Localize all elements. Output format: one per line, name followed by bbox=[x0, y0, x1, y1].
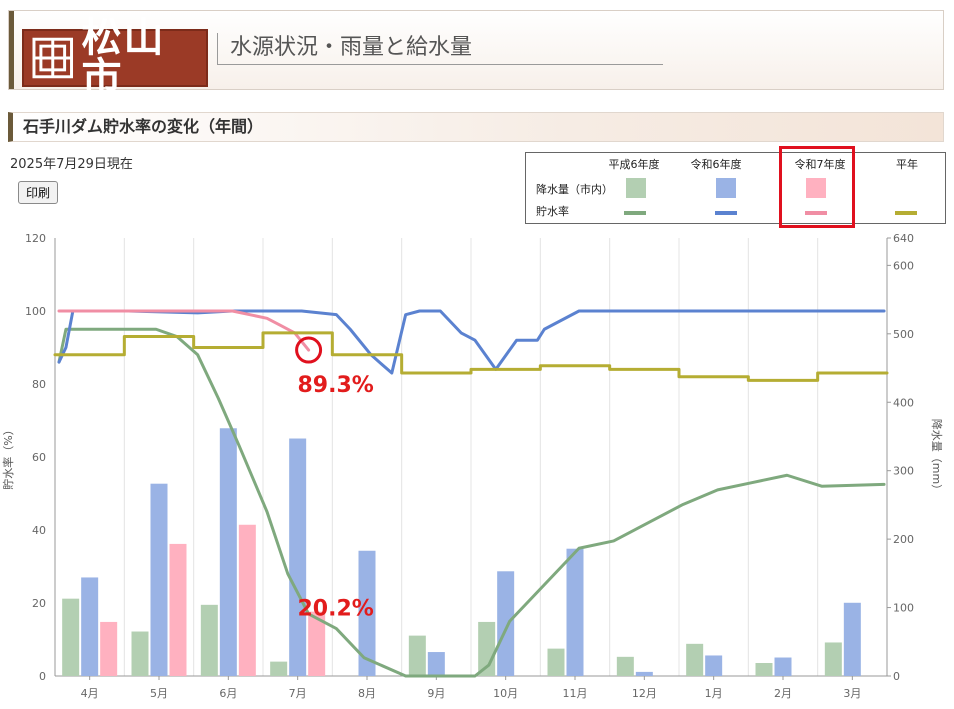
legend-header-normal: 平年 bbox=[896, 158, 918, 171]
header-accent-bar bbox=[9, 11, 14, 89]
rain-bar-h6 bbox=[686, 643, 704, 676]
x-tick-label: 8月 bbox=[358, 687, 376, 700]
rain-bar-r6 bbox=[150, 483, 168, 676]
rain-bar-h6 bbox=[62, 598, 80, 676]
rain-bar-r6 bbox=[843, 602, 861, 676]
legend-line-r6 bbox=[715, 211, 737, 215]
rain-bar-r6 bbox=[427, 652, 445, 676]
print-button[interactable]: 印刷 bbox=[18, 181, 59, 204]
rain-bar-r6 bbox=[219, 428, 237, 676]
city-emblem-icon bbox=[32, 37, 74, 79]
x-tick-label: 7月 bbox=[289, 687, 307, 700]
y-right-tick-label: 200 bbox=[893, 533, 914, 546]
y-left-tick-label: 120 bbox=[25, 232, 46, 245]
legend-swatch-h6-rain bbox=[626, 178, 646, 198]
y-left-tick-label: 20 bbox=[32, 597, 46, 610]
legend-line-normal bbox=[895, 211, 917, 215]
legend-header-r6: 令和6年度 bbox=[690, 158, 742, 171]
y-right-tick-label: 500 bbox=[893, 328, 914, 341]
as-of-date: 2025年7月29日現在 bbox=[10, 157, 133, 172]
x-tick-label: 10月 bbox=[493, 687, 518, 700]
y-left-axis-label: 貯水率（%） bbox=[1, 424, 15, 489]
y-right-tick-label: 300 bbox=[893, 465, 914, 478]
annotation-r7-rate: 89.3% bbox=[298, 373, 374, 398]
rain-bar-r6 bbox=[635, 671, 653, 676]
rain-bar-h6 bbox=[755, 662, 773, 676]
rain-bar-h6 bbox=[547, 648, 565, 676]
legend-row-storage: 貯水率 bbox=[536, 205, 569, 218]
x-tick-label: 11月 bbox=[563, 687, 588, 700]
rain-bar-r6 bbox=[289, 438, 307, 676]
rain-bar-r7 bbox=[169, 543, 187, 676]
logo-text: 松山市 bbox=[81, 14, 166, 101]
x-tick-label: 9月 bbox=[427, 687, 445, 700]
page-header: 松山市 水源状況・雨量と給水量 bbox=[8, 10, 944, 98]
legend-line-h6 bbox=[624, 211, 646, 215]
rain-bar-r6 bbox=[497, 571, 515, 676]
rain-bar-r6 bbox=[774, 657, 792, 676]
rain-bar-h6 bbox=[200, 604, 218, 676]
x-tick-label: 3月 bbox=[843, 687, 861, 700]
x-tick-label: 6月 bbox=[219, 687, 237, 700]
rain-bar-h6 bbox=[824, 642, 842, 676]
y-left-tick-label: 80 bbox=[32, 378, 46, 391]
x-tick-label: 1月 bbox=[705, 687, 723, 700]
x-tick-label: 4月 bbox=[81, 687, 99, 700]
rain-bar-r6 bbox=[705, 655, 723, 676]
legend-highlight-box bbox=[779, 146, 855, 228]
rain-bar-r6 bbox=[81, 577, 99, 676]
y-left-tick-label: 0 bbox=[39, 670, 46, 683]
rain-bar-h6 bbox=[408, 635, 426, 676]
y-left-tick-label: 40 bbox=[32, 524, 46, 537]
city-logo[interactable]: 松山市 bbox=[22, 18, 208, 98]
legend-row-rain: 降水量（市内） bbox=[536, 183, 613, 196]
rain-bar-r7 bbox=[100, 621, 118, 676]
y-right-tick-label: 600 bbox=[893, 259, 914, 272]
x-tick-label: 5月 bbox=[150, 687, 168, 700]
y-right-tick-label: 100 bbox=[893, 602, 914, 615]
y-right-axis-label: 降水量（mm） bbox=[930, 419, 944, 495]
y-left-tick-label: 100 bbox=[25, 305, 46, 318]
rain-bar-h6 bbox=[270, 661, 288, 676]
storage-rain-chart: 0 20 40 60 80 100 120 0 100 200 300 400 500 600 640 4月 5… bbox=[1, 232, 944, 700]
page-title: 水源状況・雨量と給水量 bbox=[217, 33, 663, 65]
rain-bar-h6 bbox=[131, 631, 149, 676]
rain-bar-r7 bbox=[238, 524, 256, 676]
x-tick-label: 12月 bbox=[632, 687, 657, 700]
annotation-h6-rate: 20.2% bbox=[298, 596, 374, 621]
y-right-tick-label: 0 bbox=[893, 670, 900, 683]
section-title: 石手川ダム貯水率の変化（年間） bbox=[8, 112, 944, 142]
legend-swatch-r6-rain bbox=[716, 178, 736, 198]
chart-legend: 平成6年度 令和6年度 令和7年度 平年 降水量（市内） 貯水率 bbox=[525, 152, 946, 224]
legend-header-h6: 平成6年度 bbox=[608, 158, 660, 171]
y-left-tick-label: 60 bbox=[32, 451, 46, 464]
rain-bar-h6 bbox=[616, 656, 634, 676]
y-right-tick-label: 400 bbox=[893, 396, 914, 409]
y-right-tick-label: 640 bbox=[893, 232, 914, 245]
x-tick-label: 2月 bbox=[774, 687, 792, 700]
rain-bar-r6 bbox=[566, 548, 584, 676]
